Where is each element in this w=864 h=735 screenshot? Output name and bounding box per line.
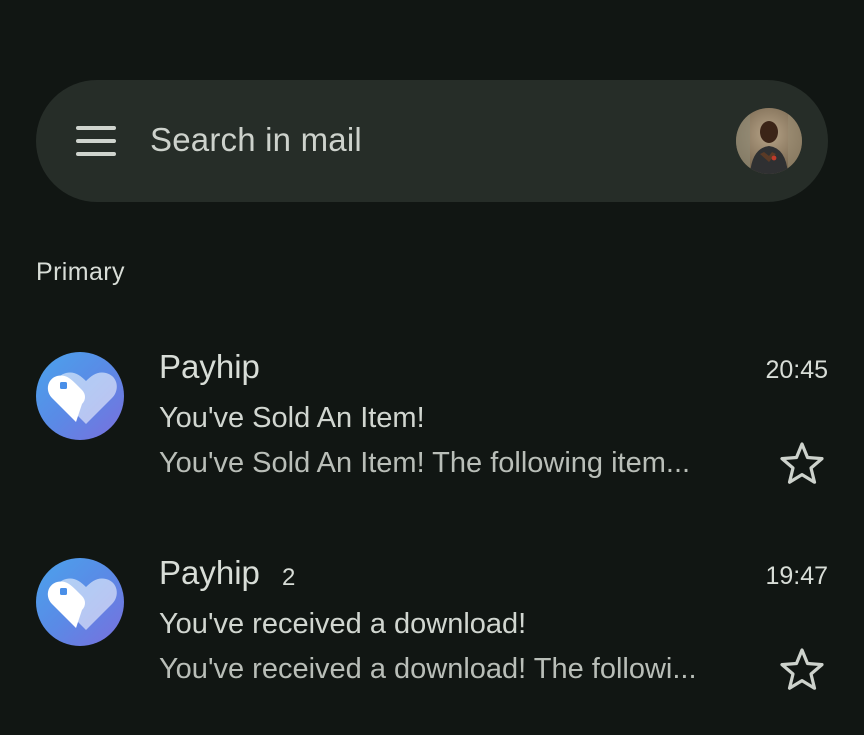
mail-snippet: You've Sold An Item! The following item.… [159, 447, 691, 479]
hamburger-menu-icon[interactable] [76, 124, 118, 158]
section-label-primary: Primary [36, 258, 125, 286]
gmail-inbox: Search in mail Primary Payhip 20:45 You'… [0, 0, 864, 735]
mail-subject: You've received a download! [159, 608, 527, 640]
sender-name: Payhip [159, 348, 260, 385]
mail-time: 20:45 [765, 356, 828, 384]
account-avatar[interactable] [736, 108, 802, 174]
search-input[interactable]: Search in mail [150, 121, 362, 159]
mail-subject: You've Sold An Item! [159, 402, 425, 434]
thread-count: 2 [282, 564, 296, 591]
heart-tag-icon [47, 578, 117, 630]
mail-snippet: You've received a download! The followi.… [159, 653, 697, 685]
star-icon[interactable] [778, 646, 826, 694]
sender-avatar [36, 558, 124, 646]
mail-row[interactable]: Payhip 2 19:47 You've received a downloa… [0, 554, 864, 735]
star-icon[interactable] [778, 440, 826, 488]
search-bar[interactable]: Search in mail [36, 80, 828, 202]
sender-avatar [36, 352, 124, 440]
heart-tag-icon [47, 372, 117, 424]
account-avatar-photo [736, 108, 802, 174]
mail-time: 19:47 [765, 562, 828, 590]
sender-name: Payhip [159, 554, 260, 591]
mail-row[interactable]: Payhip 20:45 You've Sold An Item! You've… [0, 348, 864, 532]
